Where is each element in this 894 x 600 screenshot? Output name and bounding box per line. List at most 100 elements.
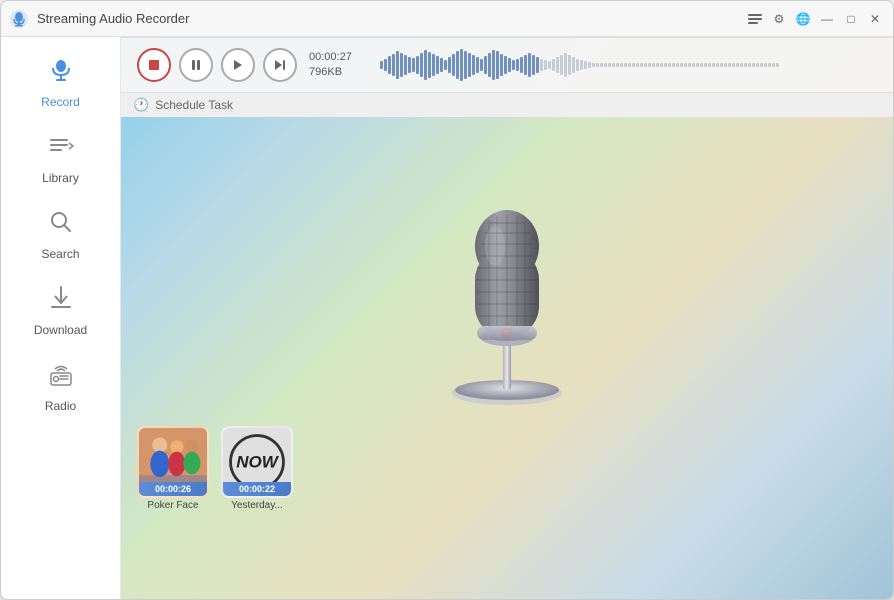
waveform-display	[380, 48, 877, 82]
waveform-bar	[632, 63, 635, 67]
waveform-bar	[580, 60, 583, 70]
radio-icon	[48, 361, 74, 393]
waveform-bar	[600, 63, 603, 67]
sidebar-item-download[interactable]: Download	[1, 273, 120, 349]
waveform-bar	[516, 59, 519, 71]
waveform-bar	[400, 53, 403, 77]
sidebar-item-radio[interactable]: Radio	[1, 349, 120, 425]
waveform-bar	[512, 60, 515, 70]
sidebar-item-library[interactable]: Library	[1, 121, 120, 197]
waveform-bar	[540, 59, 543, 71]
waveform-bar	[676, 63, 679, 67]
waveform-bar	[548, 61, 551, 69]
waveform-bar	[388, 56, 391, 74]
play-button[interactable]	[221, 48, 255, 82]
waveform-bar	[648, 63, 651, 67]
recording-time-badge-yesterday: 00:00:22	[223, 482, 291, 496]
recording-name-yesterday: Yesterday...	[231, 500, 283, 511]
waveform-bar	[604, 63, 607, 67]
web-button[interactable]: 🌐	[793, 9, 813, 29]
recording-time-badge-poker-face: 00:00:26	[139, 482, 207, 496]
waveform-bar	[628, 63, 631, 67]
waveform-bar	[756, 63, 759, 67]
waveform-bar	[652, 63, 655, 67]
waveform-bar	[680, 63, 683, 67]
waveform-bar	[696, 63, 699, 67]
waveform-bar	[472, 55, 475, 75]
waveform-bar	[612, 63, 615, 67]
close-button[interactable]: ✕	[865, 9, 885, 29]
waveform-bar	[520, 57, 523, 73]
waveform-bar	[408, 57, 411, 73]
waveform-bar	[460, 49, 463, 81]
skip-button[interactable]	[263, 48, 297, 82]
sidebar-item-search[interactable]: Search	[1, 197, 120, 273]
waveform-bar	[544, 60, 547, 70]
transport-controls: 00:00:27 796KB	[121, 38, 893, 92]
library-icon	[48, 133, 74, 165]
svg-text:NOW: NOW	[236, 453, 280, 472]
search-icon	[48, 209, 74, 241]
waveform-bar	[588, 62, 591, 68]
waveform-bar	[484, 56, 487, 74]
waveform-bar	[392, 54, 395, 76]
waveform-bar	[736, 63, 739, 67]
maximize-button[interactable]: □	[841, 9, 861, 29]
waveform-bar	[428, 52, 431, 78]
waveform-bar	[668, 63, 671, 67]
waveform-bar	[560, 55, 563, 75]
waveform-bar	[536, 57, 539, 73]
waveform-bar	[404, 55, 407, 75]
waveform-bar	[656, 63, 659, 67]
waveform-bar	[508, 58, 511, 72]
search-label: Search	[41, 247, 79, 261]
waveform-bar	[640, 63, 643, 67]
menu-line-1	[748, 14, 762, 16]
menu-line-3	[748, 22, 758, 24]
minimize-button[interactable]: —	[817, 9, 837, 29]
waveform-bar	[568, 55, 571, 75]
waveform-bar	[572, 57, 575, 73]
waveform-bar	[468, 53, 471, 77]
menu-line-2	[748, 18, 762, 20]
waveform-bar	[660, 63, 663, 67]
waveform-bar	[420, 53, 423, 77]
schedule-label: Schedule Task	[155, 98, 233, 112]
waveform-bar	[740, 63, 743, 67]
window-controls: ⚙ 🌐 — □ ✕	[745, 9, 885, 29]
waveform-bar	[748, 63, 751, 67]
content-area: 00:00:26 Poker Face NOW 00:0	[121, 37, 893, 599]
record-label: Record	[41, 95, 80, 109]
stop-button[interactable]	[137, 48, 171, 82]
hamburger-menu-button[interactable]	[745, 11, 765, 27]
waveform-bar	[416, 56, 419, 74]
waveform-bar	[636, 63, 639, 67]
sidebar: Record Library	[1, 37, 121, 599]
waveform-bar	[576, 59, 579, 71]
recording-thumb-yesterday: NOW 00:00:22	[221, 426, 293, 498]
waveform-bar	[596, 63, 599, 67]
waveform-bar	[496, 51, 499, 79]
waveform-bar	[452, 54, 455, 76]
app-window: Streaming Audio Recorder ⚙ 🌐 — □ ✕	[0, 0, 894, 600]
waveform-bar	[624, 63, 627, 67]
waveform-bar	[440, 58, 443, 72]
settings-button[interactable]: ⚙	[769, 9, 789, 29]
recording-item-poker-face[interactable]: 00:00:26 Poker Face	[137, 426, 209, 511]
sidebar-item-record[interactable]: Record	[1, 45, 120, 121]
waveform-bar	[684, 63, 687, 67]
waveform-bar	[476, 57, 479, 73]
waveform-bar	[488, 53, 491, 77]
waveform-bar	[380, 61, 383, 69]
waveform-bar	[528, 53, 531, 77]
clock-icon: 🕐	[133, 97, 149, 113]
recording-item-yesterday[interactable]: NOW 00:00:22 Yesterday...	[221, 426, 293, 511]
pause-button[interactable]	[179, 48, 213, 82]
waveform-bar	[444, 60, 447, 70]
waveform-bar	[664, 63, 667, 67]
waveform-bar	[728, 63, 731, 67]
record-icon	[48, 57, 74, 89]
main-area: Record Library	[1, 37, 893, 599]
download-label: Download	[34, 323, 87, 337]
waveform-bar	[584, 61, 587, 69]
